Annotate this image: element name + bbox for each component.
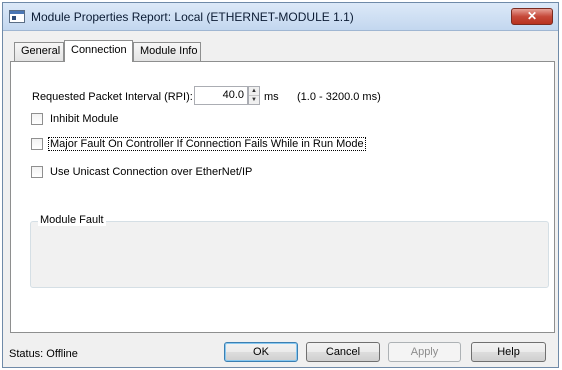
rpi-input[interactable]: 40.0: [194, 86, 248, 105]
inhibit-module-label: Inhibit Module: [50, 113, 119, 125]
module-fault-group: [30, 221, 549, 288]
tab-module-info[interactable]: Module Info: [133, 42, 201, 61]
inhibit-module-checkbox[interactable]: [31, 113, 43, 125]
help-button[interactable]: Help: [471, 342, 546, 362]
cancel-button[interactable]: Cancel: [306, 342, 380, 362]
unicast-label: Use Unicast Connection over EtherNet/IP: [50, 166, 253, 178]
spin-down-icon[interactable]: ▼: [249, 96, 259, 104]
rpi-unit: ms: [264, 91, 279, 103]
rpi-spinner[interactable]: ▲ ▼: [248, 86, 260, 105]
window-title: Module Properties Report: Local (ETHERNE…: [31, 10, 354, 24]
tab-connection[interactable]: Connection: [64, 40, 133, 62]
rpi-range: (1.0 - 3200.0 ms): [297, 91, 381, 103]
major-fault-label-wrap: Major Fault On Controller If Connection …: [48, 137, 366, 151]
apply-button[interactable]: Apply: [388, 342, 461, 362]
close-button[interactable]: ✕: [511, 8, 553, 25]
major-fault-checkbox[interactable]: [31, 138, 43, 150]
window-app-icon: [9, 10, 25, 23]
connection-panel: Requested Packet Interval (RPI): 40.0 ▲ …: [10, 61, 555, 333]
spin-up-icon[interactable]: ▲: [249, 87, 259, 96]
tab-general[interactable]: General: [14, 42, 64, 61]
title-bar: Module Properties Report: Local (ETHERNE…: [3, 3, 558, 31]
status-text: Status: Offline: [9, 348, 78, 360]
major-fault-label: Major Fault On Controller If Connection …: [48, 137, 366, 151]
module-fault-group-label: Module Fault: [38, 214, 106, 226]
ok-button[interactable]: OK: [224, 342, 298, 362]
rpi-label: Requested Packet Interval (RPI):: [32, 91, 193, 103]
unicast-checkbox[interactable]: [31, 166, 43, 178]
